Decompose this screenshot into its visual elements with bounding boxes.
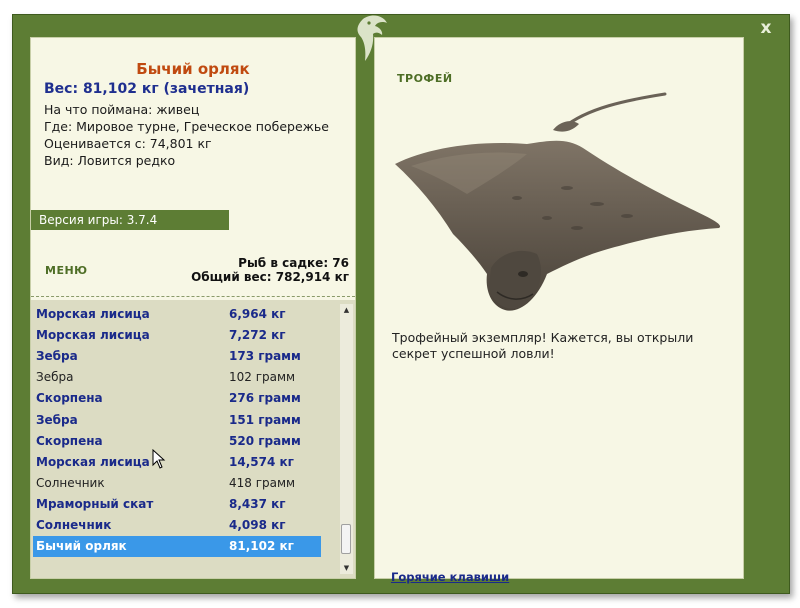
menu-button[interactable]: МЕНЮ [45,264,88,277]
catch-fish-name: Зебра [36,349,78,364]
catch-fish-weight: 14,574 кг [229,454,294,469]
close-button[interactable]: x [757,18,775,38]
catch-fish-name: Зебра [36,370,74,385]
catch-list-item[interactable]: Морская лисица 6,964 кг [33,304,321,325]
fish-title: Бычий орляк [136,60,250,78]
catch-fish-weight: 102 грамм [229,370,296,385]
catch-list-item[interactable]: Скорпена 276 грамм [33,388,321,409]
catch-list-item[interactable]: Зебра 173 грамм [33,346,321,367]
catch-list-item[interactable]: Морская лисица 7,272 кг [33,325,321,346]
rarity-info: Вид: Ловится редко [44,153,176,168]
catch-fish-weight: 151 грамм [229,412,301,427]
fish-info-panel: Бычий орляк Вес: 81,102 кг (зачетная) На… [30,37,356,579]
catch-list-rows: Морская лисица 6,964 кг Морская лисица 7,27… [31,304,337,574]
catch-list-item[interactable]: Солнечник 4,098 кг [33,515,321,536]
catch-list-item[interactable]: Мраморный скат 8,437 кг [33,494,321,515]
catch-list-item[interactable]: Морская лисица 14,574 кг [33,452,321,473]
catch-fish-weight: 418 грамм [229,475,296,490]
hotkeys-link[interactable]: Горячие клавиши [391,570,509,584]
catch-fish-weight: 173 грамм [229,349,301,364]
catch-list-item[interactable]: Зебра 151 грамм [33,410,321,431]
catch-fish-weight: 8,437 кг [229,496,286,511]
list-scrollbar[interactable]: ▲ ▼ [340,304,353,574]
version-label: Версия игры: 3.7.4 [31,210,229,230]
catch-fish-weight: 276 грамм [229,391,301,406]
total-weight: Общий вес: 782,914 кг [191,270,349,284]
catch-fish-weight: 6,964 кг [229,307,286,321]
fish-count: Рыб в садке: 76 [238,256,349,270]
catch-fish-name: Скорпена [36,391,103,406]
scroll-up-icon[interactable]: ▲ [340,304,353,316]
catch-fish-name: Зебра [36,412,78,427]
catch-fish-weight: 520 грамм [229,433,301,448]
catch-list[interactable]: Морская лисица 6,964 кг Морская лисица 7,27… [31,300,355,578]
catch-fish-name: Морская лисица [36,307,150,321]
mouse-cursor-icon [152,449,166,469]
fish-weight: Вес: 81,102 кг (зачетная) [44,81,250,97]
value-info: Оценивается с: 74,801 кг [44,136,212,151]
catch-stats: Рыб в садке: 76 Общий вес: 782,914 кг [191,256,349,284]
catch-fish-name: Морская лисица [36,328,150,343]
catch-fish-weight: 81,102 кг [229,539,294,554]
catch-list-item[interactable]: Солнечник 418 грамм [33,473,321,494]
catch-list-item[interactable]: Бычий орляк 81,102 кг [33,536,321,558]
catch-fish-name: Бычий орляк [36,539,127,554]
catch-fish-name: Морская лисица [36,454,150,469]
catch-fish-weight: 7,272 кг [229,328,286,343]
catch-list-item[interactable]: Скорпена 520 грамм [33,431,321,452]
eagle-ray-image [395,92,721,311]
scroll-down-icon[interactable]: ▼ [340,562,353,574]
catch-fish-weight: 4,098 кг [229,518,286,532]
game-window: x Бычий орляк Вес: 81,102 кг (зачетная) … [12,14,790,594]
divider [31,296,355,297]
catch-fish-name: Мраморный скат [36,496,154,511]
catch-fish-name: Скорпена [36,433,103,448]
trophy-panel: ТРОФЕЙ Трофейный экземпляр! Кажется, вы … [374,37,744,584]
bait-info: На что поймана: живец [44,102,200,117]
location-info: Где: Мировое турне, Греческое побережье [44,119,329,134]
scroll-thumb[interactable] [341,524,351,554]
catch-fish-name: Солнечник [36,475,105,490]
catch-list-item[interactable]: Зебра 102 грамм [33,367,321,388]
catch-fish-name: Солнечник [36,518,112,532]
trophy-message: Трофейный экземпляр! Кажется, вы открыли… [392,330,694,361]
